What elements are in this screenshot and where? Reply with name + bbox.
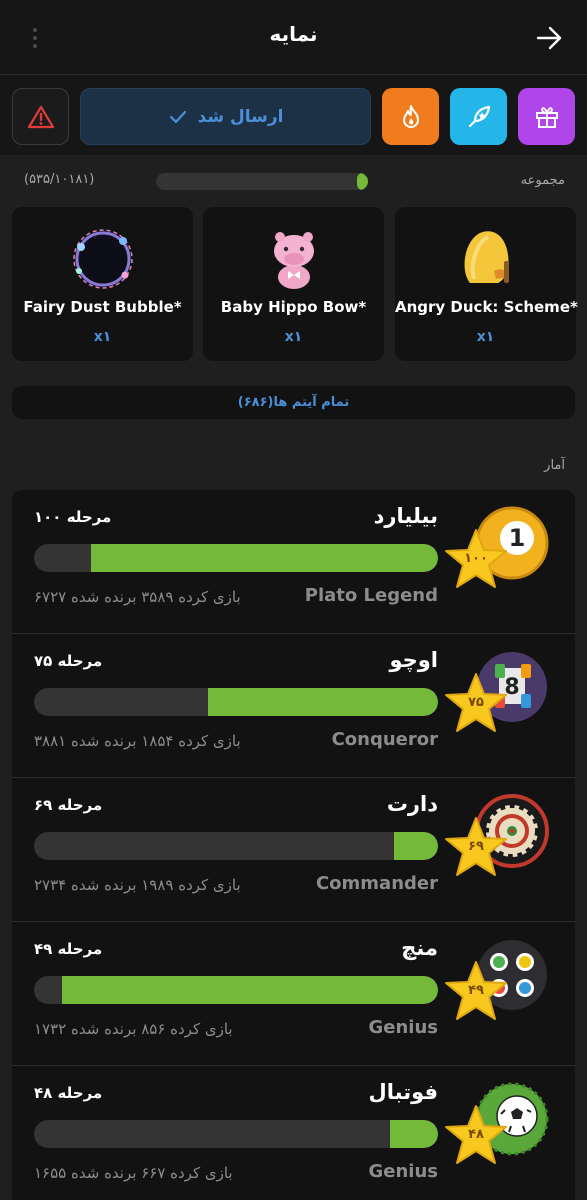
star-level: ۱۰۰ [464,551,488,566]
level-progress-fill [90,544,438,572]
item-qty: x۱ [93,329,112,345]
angry-duck-sticker-icon [464,231,509,283]
item-name: Baby Hippo Bow* [220,298,367,316]
collection-progress-bar [156,173,368,190]
item-qty: x۱ [476,329,495,345]
level-progress-bar [34,976,438,1004]
fairy-dust-bubble-icon [72,229,133,289]
fire-button[interactable] [382,88,439,145]
game-rank: Plato Legend [304,585,438,606]
star-level: ۷۵ [468,695,484,710]
game-name: دارت [386,792,438,816]
collection-label: مجموعه [520,173,565,188]
report-button[interactable] [12,88,69,145]
baby-hippo-sticker-icon [273,232,314,289]
game-name: اوچو [389,648,438,672]
star-level: ۶۹ [468,839,484,854]
game-level: مرحله ۷۵ [34,652,103,670]
game-rank: Genius [368,1161,439,1182]
star-level: ۴۹ [468,983,484,998]
game-record: ۱۶۵۵ بازی کرده ۶۶۷ برنده شده [34,1164,233,1182]
game-name: بیلیارد [373,504,438,528]
rocket-star-icon [468,105,490,127]
collection-count: (۵۳۵/۱۰۱۸۱) [24,172,95,187]
stats-label: آمار [544,458,565,473]
game-name: منچ [401,936,438,960]
level-progress-bar [34,1120,438,1148]
friend-request-sent-button[interactable]: ارسال شد [80,88,371,145]
game-stat-row[interactable]: ۶۹ دارت مرحله ۶۹ Commander ۲۷۳۴ بازی کرد… [12,778,575,922]
item-qty: x۱ [284,329,303,345]
top-bar: نمایه [0,0,587,75]
game-stat-row[interactable]: 1 ۱۰۰ بیلیارد مرحله ۱۰۰ Plato Legend ۶۷۲… [12,490,575,634]
arrow-right-icon[interactable] [535,24,563,52]
game-rank: Conqueror [331,729,438,750]
game-level: مرحله ۴۸ [34,1084,103,1102]
item-card[interactable]: Baby Hippo Bow* x۱ [203,207,384,361]
game-level: مرحله ۶۹ [34,796,103,814]
game-level: مرحله ۴۹ [34,940,103,958]
gift-icon [535,106,558,128]
level-progress-fill [393,832,438,860]
game-stat-row[interactable]: 8 ۷۵ اوچو مرحله ۷۵ Conqueror ۳۸۸۱ بازی ک… [12,634,575,778]
item-card[interactable]: Angry Duck: Scheme* x۱ [395,207,578,361]
all-items-button[interactable]: تمام آیتم ها(۶۸۶) [12,386,575,419]
star-level: ۴۸ [468,1127,484,1142]
game-rank: Genius [368,1017,439,1038]
collection-progress-fill [356,173,368,190]
check-icon [169,110,186,123]
game-record: ۳۸۸۱ بازی کرده ۱۸۵۴ برنده شده [34,732,241,750]
fire-icon [402,104,419,128]
game-stat-row[interactable]: ۴۸ فوتبال مرحله ۴۸ Genius ۱۶۵۵ بازی کرده… [12,1066,575,1200]
item-card[interactable]: Fairy Dust Bubble* x۱ [12,207,193,361]
warning-icon [27,105,54,128]
level-progress-bar [34,832,438,860]
game-stat-row[interactable]: ۴۹ منچ مرحله ۴۹ Genius ۱۷۳۲ بازی کرده ۸۵… [12,922,575,1066]
game-record: ۱۷۳۲ بازی کرده ۸۵۶ برنده شده [34,1020,233,1038]
gift-button[interactable] [518,88,575,145]
game-name: فوتبال [368,1080,438,1104]
level-progress-bar [34,544,438,572]
page-title: نمایه [269,22,318,46]
level-progress-fill [62,976,438,1004]
game-record: ۶۷۲۷ بازی کرده ۳۵۸۹ برنده شده [34,588,241,606]
game-level: مرحله ۱۰۰ [34,508,112,526]
item-name: Fairy Dust Bubble* [23,298,182,316]
svg-text:1: 1 [509,524,526,552]
level-progress-fill [389,1120,438,1148]
game-rank: Commander [315,873,438,894]
game-record: ۲۷۳۴ بازی کرده ۱۹۸۹ برنده شده [34,876,241,894]
sent-label: ارسال شد [197,106,284,127]
action-bar: ارسال شد [0,75,587,155]
boost-button[interactable] [450,88,507,145]
level-progress-bar [34,688,438,716]
item-name: Angry Duck: Scheme* [395,298,578,316]
level-progress-fill [207,688,438,716]
